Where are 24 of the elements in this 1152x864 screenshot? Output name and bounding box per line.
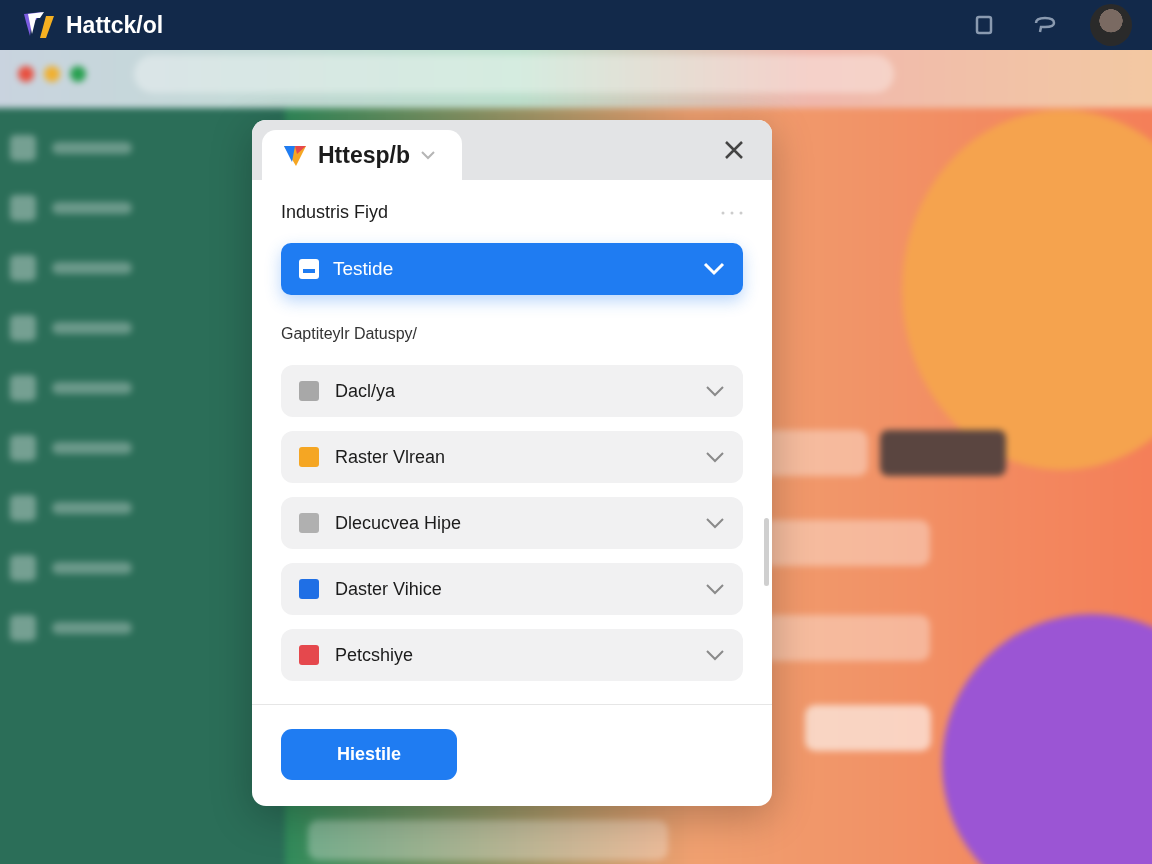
chevron-down-icon[interactable] <box>420 150 436 160</box>
more-icon[interactable] <box>721 210 743 215</box>
chevron-down-icon <box>705 451 725 463</box>
selected-dropdown[interactable]: Testide <box>281 243 743 295</box>
dropdown-item[interactable]: Daster Vihice <box>281 563 743 615</box>
tab-title: Httesp/b <box>318 141 410 169</box>
chevron-down-icon <box>705 517 725 529</box>
avatar[interactable] <box>1090 4 1132 46</box>
primary-button[interactable]: Hiestile <box>281 729 457 780</box>
scrollbar[interactable] <box>764 518 769 586</box>
chevron-down-icon <box>705 385 725 397</box>
logo-icon <box>22 10 56 40</box>
section-label: Industris Fiyd <box>281 202 389 223</box>
subheading: Gaptiteylr Datuspy/ <box>281 325 419 343</box>
chevron-down-icon <box>705 649 725 661</box>
dropdown-item[interactable]: Dlecucvea Hipe <box>281 497 743 549</box>
card-icon <box>299 259 319 279</box>
app-title: Hattck/ol <box>66 11 164 39</box>
chevron-down-icon <box>703 262 725 276</box>
dropdown-item[interactable]: Dacl/ya <box>281 365 743 417</box>
dialog-tab[interactable]: Httesp/b <box>262 130 462 180</box>
dropdown-item[interactable]: Raster Vlrean <box>281 431 743 483</box>
dropdown-item[interactable]: Petcshiye <box>281 629 743 681</box>
chevron-down-icon <box>705 583 725 595</box>
